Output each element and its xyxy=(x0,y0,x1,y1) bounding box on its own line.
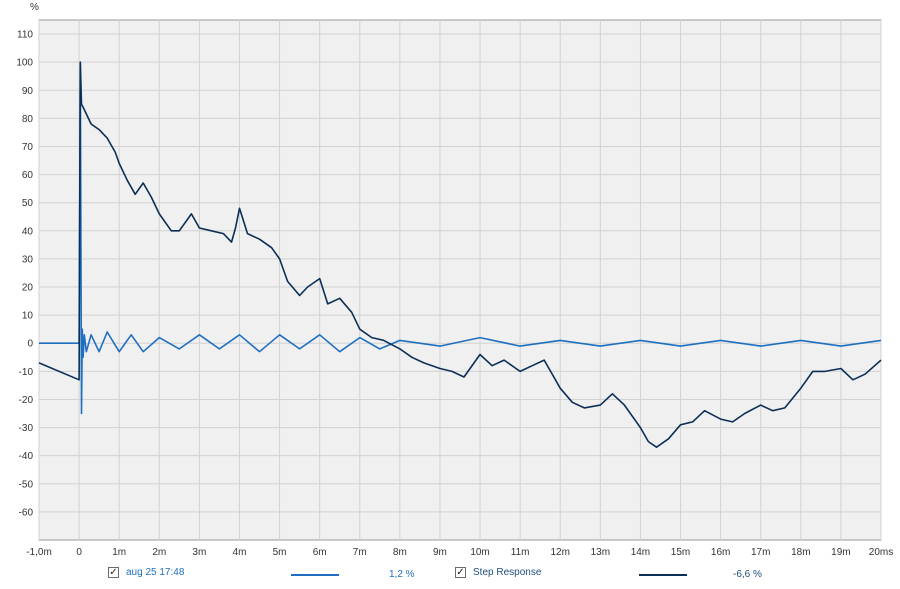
legend-value-measurement: 1,2 % xyxy=(389,569,415,580)
y-tick-label: 50 xyxy=(22,198,34,209)
y-tick-label: 10 xyxy=(22,311,34,322)
legend-swatch-step-response xyxy=(639,574,687,576)
y-tick-label: 20 xyxy=(22,283,34,294)
x-tick-label: 19m xyxy=(831,547,850,558)
x-tick-label: 9m xyxy=(433,547,447,558)
legend-value-step-response: -6,6 % xyxy=(733,569,762,580)
y-tick-label: 100 xyxy=(16,58,33,69)
x-tick-label: 14m xyxy=(631,547,650,558)
x-tick-label: 8m xyxy=(393,547,407,558)
x-tick-label: 2m xyxy=(152,547,166,558)
legend-label-step-response: Step Response xyxy=(473,567,542,578)
y-tick-label: -60 xyxy=(19,507,34,518)
y-tick-label: 70 xyxy=(22,142,34,153)
y-tick-label: 40 xyxy=(22,226,34,237)
x-tick-label: 13m xyxy=(591,547,610,558)
checkbox-measurement[interactable]: ✓ xyxy=(108,567,119,578)
x-axis-ticks: -1,0m 0 1m 2m 3m 4m 5m 6m 7m 8m 9m 10m 11m 12m 13m 14m 1… xyxy=(26,547,893,558)
y-tick-label: -10 xyxy=(19,367,34,378)
x-tick-label: 12m xyxy=(551,547,570,558)
y-tick-label: -40 xyxy=(19,451,34,462)
plot-background xyxy=(38,19,882,541)
x-tick-label: 7m xyxy=(353,547,367,558)
x-tick-label: 16m xyxy=(711,547,730,558)
legend-label-measurement: aug 25 17:48 xyxy=(126,567,185,578)
x-tick-label: 15m xyxy=(671,547,690,558)
legend-item-measurement[interactable]: ✓ aug 25 17:48 xyxy=(108,567,184,578)
y-tick-label: -50 xyxy=(19,479,34,490)
x-tick-label: -1,0m xyxy=(26,547,52,558)
x-tick-label: 10m xyxy=(470,547,489,558)
x-tick-label: 17m xyxy=(751,547,770,558)
y-tick-label: 90 xyxy=(22,86,34,97)
x-tick-label: 20ms xyxy=(869,547,893,558)
x-tick-label: 4m xyxy=(233,547,247,558)
y-tick-label: 30 xyxy=(22,254,34,265)
step-response-chart: 1101009080706050403020100-10-20-30-40-50… xyxy=(16,2,893,558)
y-tick-label: 110 xyxy=(17,30,33,41)
x-tick-label: 11m xyxy=(511,547,530,558)
y-tick-label: 60 xyxy=(22,170,34,181)
y-tick-label: 0 xyxy=(27,339,33,350)
x-tick-label: 6m xyxy=(313,547,327,558)
y-axis-ticks: 1101009080706050403020100-10-20-30-40-50… xyxy=(16,30,33,519)
x-tick-label: 3m xyxy=(192,547,206,558)
x-tick-label: 1m xyxy=(112,547,126,558)
checkbox-step-response[interactable]: ✓ xyxy=(455,567,466,578)
y-tick-label: -30 xyxy=(19,423,34,434)
legend-item-step-response[interactable]: ✓ Step Response xyxy=(455,567,541,578)
legend-swatch-measurement xyxy=(291,574,339,576)
y-tick-label: 80 xyxy=(22,114,34,125)
x-tick-label: 18m xyxy=(791,547,810,558)
y-axis-label: % xyxy=(30,2,39,13)
x-tick-label: 5m xyxy=(273,547,287,558)
x-tick-label: 0 xyxy=(76,547,82,558)
y-tick-label: -20 xyxy=(19,395,34,406)
